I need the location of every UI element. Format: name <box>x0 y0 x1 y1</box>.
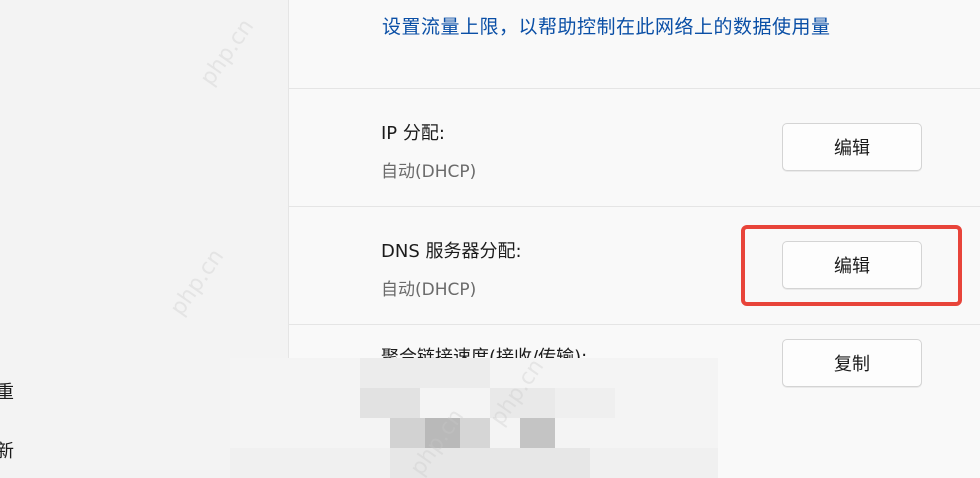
ip-assignment-label: IP 分配: <box>381 123 445 144</box>
dns-assignment-value: 自动(DHCP) <box>381 280 477 300</box>
data-limit-link[interactable]: 设置流量上限，以帮助控制在此网络上的数据使用量 <box>382 12 831 39</box>
ip-assignment-row: IP 分配: 自动(DHCP) 编辑 <box>289 88 980 206</box>
ip-assignment-value: 自动(DHCP) <box>381 162 477 182</box>
nav-item-label-partial[interactable]: 重 <box>0 378 14 404</box>
nav-item-label-partial[interactable]: 新 <box>0 437 14 463</box>
copy-button[interactable]: 复制 <box>782 339 922 387</box>
annotation-highlight-box <box>741 225 962 306</box>
dns-assignment-label: DNS 服务器分配: <box>381 241 522 262</box>
pixelated-redaction <box>230 358 718 478</box>
edit-ip-button[interactable]: 编辑 <box>782 123 922 171</box>
